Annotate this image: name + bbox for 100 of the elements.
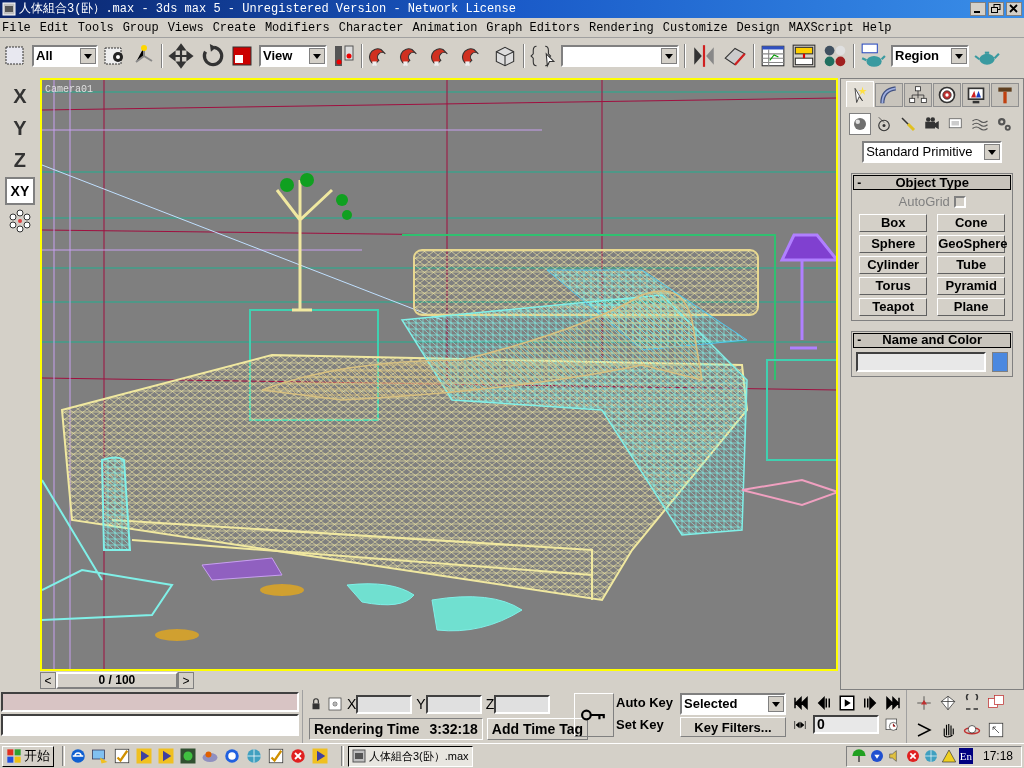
- menu-item[interactable]: Rendering: [588, 18, 654, 37]
- primitive-button[interactable]: Torus: [859, 276, 928, 295]
- selection-filter-dropdown[interactable]: All: [32, 44, 98, 67]
- start-button[interactable]: 开始: [2, 745, 54, 767]
- coordinate-label: Z: [485, 694, 495, 714]
- menu-item[interactable]: Edit: [39, 18, 69, 37]
- go-to-end-icon[interactable]: [884, 694, 902, 712]
- hierarchy-icon: [907, 85, 928, 105]
- menu-item[interactable]: MAXScript: [788, 18, 854, 37]
- key-mode-dropdown[interactable]: Selected: [680, 693, 786, 715]
- pivot-icon[interactable]: [332, 43, 356, 68]
- primitive-button[interactable]: Cylinder: [859, 255, 928, 274]
- command-panel-tab[interactable]: [961, 83, 990, 107]
- language-indicator[interactable]: En: [958, 747, 973, 765]
- next-frame-icon[interactable]: [861, 694, 879, 712]
- scale-icon[interactable]: [230, 43, 254, 68]
- category-button[interactable]: [849, 113, 872, 135]
- autogrid-label: AutoGrid: [898, 193, 950, 211]
- primitive-button[interactable]: Box: [859, 213, 928, 232]
- coordinate-label: X: [347, 694, 357, 714]
- primitive-button[interactable]: Tube: [937, 255, 1006, 274]
- move-icon[interactable]: [168, 42, 194, 69]
- menu-item[interactable]: Help: [862, 18, 892, 37]
- menu-item[interactable]: Graph Editors: [486, 18, 580, 37]
- command-panel-tab[interactable]: [932, 83, 961, 107]
- play-media-icon[interactable]: [135, 747, 153, 765]
- warning-icon[interactable]: [940, 748, 957, 764]
- time-slider-thumb[interactable]: 0 / 100: [55, 672, 178, 689]
- menu-item[interactable]: Customize: [662, 18, 728, 37]
- taskbar-window-button[interactable]: 人体組合3(卧）.max: [348, 745, 473, 767]
- previous-frame-icon[interactable]: [815, 694, 833, 712]
- video-player-icon[interactable]: [157, 747, 175, 765]
- display-icon: [965, 85, 986, 105]
- named-selection-field[interactable]: [561, 44, 679, 67]
- collapse-toggle[interactable]: -: [857, 331, 872, 349]
- zoom-icon[interactable]: [915, 694, 933, 712]
- render-type-dropdown[interactable]: Region: [891, 44, 969, 67]
- command-panel-tab[interactable]: [990, 83, 1019, 107]
- time-configuration-icon[interactable]: [884, 716, 900, 733]
- rendering-time-label: Rendering Time: [314, 719, 420, 739]
- play-icon[interactable]: [838, 694, 856, 712]
- menu-item[interactable]: Design: [736, 18, 780, 37]
- circle-app-icon[interactable]: [179, 747, 197, 765]
- object-category-dropdown[interactable]: Standard Primitive: [862, 141, 1003, 163]
- primitive-button[interactable]: GeoSphere: [937, 234, 1006, 253]
- menu-item[interactable]: Views: [167, 18, 204, 37]
- object-color-swatch[interactable]: [992, 351, 1009, 372]
- menu-item[interactable]: Tools: [77, 18, 114, 37]
- motion-icon: [936, 85, 957, 105]
- object-name-field[interactable]: [856, 351, 987, 372]
- browser-icon[interactable]: [69, 747, 87, 765]
- current-frame-field[interactable]: 0: [813, 715, 879, 734]
- command-panel-tab[interactable]: [903, 83, 932, 107]
- circle-app-icon[interactable]: [223, 747, 241, 765]
- key-filters-button[interactable]: Key Filters...: [680, 717, 786, 737]
- menu-item[interactable]: Modifiers: [264, 18, 330, 37]
- window-title: 人体組合3(卧）.max - 3ds max 5 - Unregistered Version - Network License: [19, 1, 516, 18]
- set-key-mode-button[interactable]: Set Key: [616, 715, 678, 735]
- primitive-button[interactable]: Plane: [937, 297, 1006, 316]
- go-to-start-icon[interactable]: [792, 694, 810, 712]
- axis-points-icon[interactable]: [7, 209, 32, 233]
- modify-icon: [878, 85, 899, 105]
- render-scene-icon[interactable]: [860, 42, 886, 69]
- schematic-view-icon[interactable]: [791, 42, 817, 69]
- mirror-icon[interactable]: [691, 42, 717, 69]
- region-zoom-icon[interactable]: [987, 720, 1005, 739]
- cross-app-icon[interactable]: [289, 747, 307, 765]
- coordinate-field[interactable]: [494, 694, 551, 714]
- menu-item[interactable]: File: [2, 18, 31, 37]
- restore-button[interactable]: [988, 2, 1004, 16]
- film-icon[interactable]: [311, 747, 329, 765]
- coordinate-field[interactable]: [356, 694, 413, 714]
- primitive-button[interactable]: Teapot: [859, 297, 928, 316]
- primitive-button[interactable]: Pyramid: [937, 276, 1006, 295]
- select-region-icon[interactable]: [3, 43, 27, 68]
- zoom-all-icon[interactable]: [939, 694, 957, 712]
- menu-item[interactable]: Character: [338, 18, 404, 37]
- menu-item[interactable]: Group: [122, 18, 159, 37]
- coordinate-field[interactable]: [425, 694, 482, 714]
- collapse-toggle[interactable]: -: [857, 173, 872, 192]
- menu-item[interactable]: Animation: [412, 18, 478, 37]
- minimize-button[interactable]: [970, 2, 986, 16]
- checkmark-note-icon[interactable]: [113, 747, 131, 765]
- desktop-icon[interactable]: [91, 747, 109, 765]
- rollout-title: Object Type: [894, 173, 970, 192]
- auto-key-button[interactable]: Auto Key: [616, 693, 678, 713]
- rollout-header[interactable]: - Name and Color: [853, 332, 1012, 348]
- primitive-button[interactable]: Sphere: [859, 234, 928, 253]
- axis-constraint-button[interactable]: XY: [4, 177, 35, 205]
- rendering-time-value: 3:32:18: [429, 719, 478, 739]
- systems-icon: [995, 115, 1014, 133]
- previous-frame-button[interactable]: <: [39, 672, 56, 689]
- menu-item[interactable]: Create: [212, 18, 256, 37]
- close-button[interactable]: [1006, 2, 1022, 16]
- umbrella-icon[interactable]: [850, 748, 867, 764]
- shield-icon[interactable]: [868, 748, 885, 764]
- reference-coordinate-dropdown[interactable]: View: [259, 44, 327, 67]
- cross-icon[interactable]: [904, 748, 921, 764]
- primitive-button[interactable]: Cone: [937, 213, 1006, 232]
- rollout-header[interactable]: - Object Type: [853, 175, 1012, 190]
